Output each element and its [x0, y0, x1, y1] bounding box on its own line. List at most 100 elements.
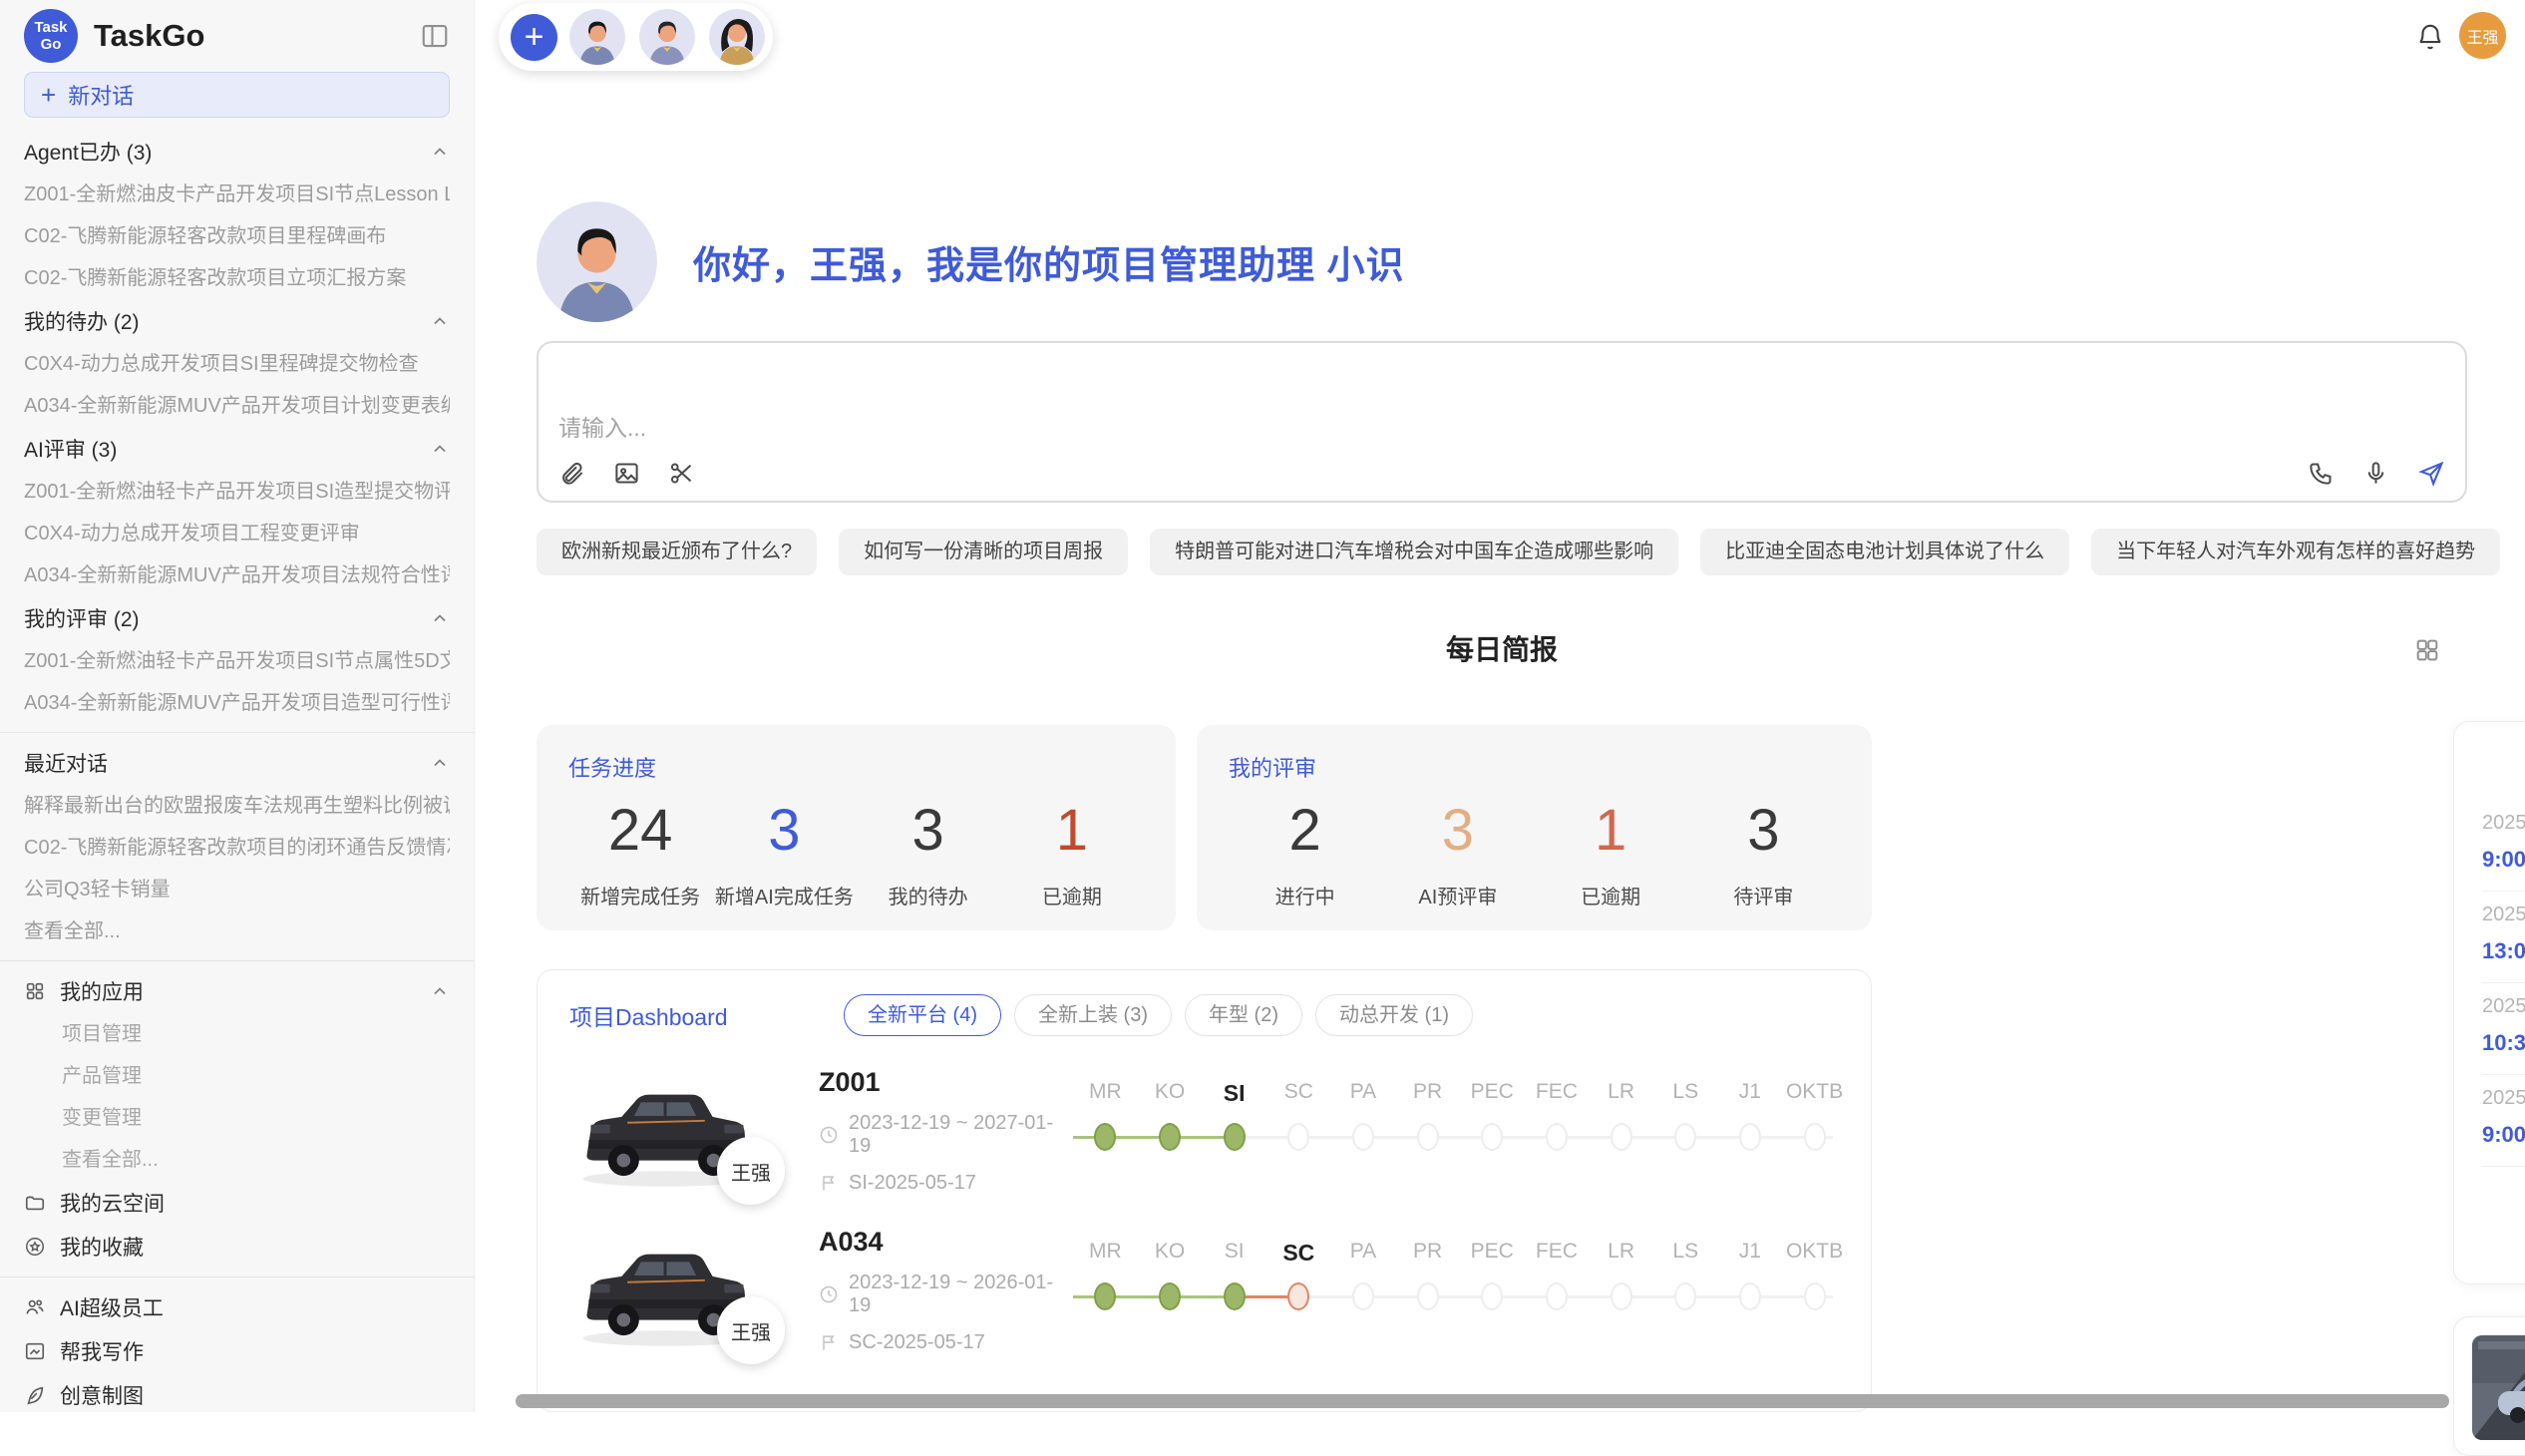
sidebar-section-header[interactable]: AI评审 (3): [24, 427, 450, 471]
milestone-node[interactable]: [1546, 1123, 1568, 1151]
assistant-avatar: [537, 201, 657, 322]
stat-value: 3: [1381, 795, 1534, 867]
paperclip-icon[interactable]: [558, 460, 585, 487]
dashboard-filter-chip[interactable]: 年型 (2): [1185, 994, 1302, 1036]
project-info: A0342023-12-19 ~ 2026-01-19SC-2025-05-17: [819, 1227, 1073, 1354]
milestone-node[interactable]: [1546, 1282, 1568, 1310]
milestone-node[interactable]: [1481, 1282, 1503, 1310]
sidebar-list-item[interactable]: A034-全新新能源MUV产品开发项目法规符合性评审: [24, 554, 450, 596]
stat-value: 1: [1535, 795, 1687, 867]
milestone-node[interactable]: [1611, 1123, 1632, 1151]
suggestion-chip[interactable]: 比亚迪全固态电池计划具体说了什么: [1700, 529, 2069, 575]
milestone-label: PR: [1395, 1240, 1460, 1267]
suggestion-chip[interactable]: 如何写一份清晰的项目周报: [839, 529, 1128, 575]
favorites-label: 我的收藏: [60, 1232, 144, 1262]
sidebar-list-item[interactable]: Z001-全新燃油轻卡产品开发项目SI节点属性5D文件评审: [24, 640, 450, 682]
schedule-event: 2025/03/119:00-10:00C001-立项审批会加入: [2482, 800, 2525, 892]
sidebar-list-item[interactable]: C0X4-动力总成开发项目工程变更评审: [24, 513, 450, 554]
milestone-node[interactable]: [1804, 1282, 1826, 1310]
my-apps-item[interactable]: 项目管理: [24, 1013, 450, 1055]
milestone-node[interactable]: [1804, 1123, 1826, 1151]
milestone-node[interactable]: [1094, 1282, 1116, 1310]
chat-input-placeholder: 请输入...: [558, 409, 646, 443]
sidebar-list-item[interactable]: Z001-全新燃油轻卡产品开发项目SI造型提交物评审: [24, 471, 450, 513]
section-title: AI评审 (3): [24, 434, 117, 464]
grid-icon[interactable]: [2413, 636, 2441, 664]
dashboard-filter-chip[interactable]: 全新平台 (4): [844, 994, 1001, 1036]
panel-collapse-icon[interactable]: [420, 21, 450, 51]
project-owner-badge[interactable]: 王强: [717, 1296, 785, 1364]
milestone-node[interactable]: [1224, 1123, 1246, 1151]
event-row: 9:00-10:00X003-车辆动力学性能验...加入: [2482, 1120, 2525, 1150]
milestone-node[interactable]: [1611, 1282, 1632, 1310]
milestone-node[interactable]: [1287, 1123, 1309, 1151]
project-date-range: 2023-12-19 ~ 2026-01-19: [849, 1272, 1073, 1317]
milestone-node[interactable]: [1739, 1282, 1761, 1310]
sidebar-item-my-apps[interactable]: 我的应用: [24, 969, 450, 1013]
suggestion-chips: 欧洲新规最近颁布了什么? 如何写一份清晰的项目周报特朗普可能对进口汽车增税会对中国…: [537, 529, 2467, 575]
sidebar-section-header[interactable]: 我的待办 (2): [24, 299, 450, 343]
sidebar-section-header[interactable]: Agent已办 (3): [24, 130, 450, 174]
suggestion-chip[interactable]: 欧洲新规最近颁布了什么?: [537, 529, 817, 575]
stat-card: 我的评审2进行中3AI预评审1已逾期3待评审: [1197, 725, 1872, 930]
sidebar-item-ai-employee[interactable]: AI超级员工: [24, 1285, 450, 1329]
milestone-node[interactable]: [1417, 1123, 1439, 1151]
milestone-node[interactable]: [1674, 1123, 1696, 1151]
sidebar-list-item[interactable]: C02-飞腾新能源轻客改款项目立项汇报方案: [24, 257, 450, 299]
chevron-up-icon: [430, 311, 450, 331]
phone-icon[interactable]: [2308, 460, 2335, 487]
sidebar-list-item[interactable]: C0X4-动力总成开发项目SI里程碑提交物检查: [24, 343, 450, 385]
sidebar-list-item[interactable]: 公司Q3轻卡销量: [24, 869, 450, 910]
my-apps-item[interactable]: 查看全部...: [24, 1139, 450, 1181]
my-apps-item[interactable]: 产品管理: [24, 1055, 450, 1097]
view-all-schedule-link[interactable]: 查看所有日程: [2482, 1185, 2525, 1219]
sidebar-item-cloud-space[interactable]: 我的云空间: [24, 1181, 450, 1225]
dashboard-filter-chip[interactable]: 动总开发 (1): [1315, 994, 1473, 1036]
chat-input-box[interactable]: 请输入...: [537, 341, 2467, 503]
scissors-icon[interactable]: [668, 460, 695, 487]
sidebar-list-item[interactable]: 查看全部...: [24, 910, 450, 952]
sidebar-list-item[interactable]: A034-全新新能源MUV产品开发项目造型可行性评审: [24, 682, 450, 724]
sidebar-list-item[interactable]: A034-全新新能源MUV产品开发项目计划变更表编写: [24, 385, 450, 427]
dashboard-header: 项目Dashboard 全新平台 (4)全新上装 (3)年型 (2)动总开发 (…: [569, 994, 1839, 1036]
stat-label: 已逾期: [1535, 881, 1687, 910]
milestone-node[interactable]: [1674, 1282, 1696, 1310]
suggestion-chip[interactable]: 当下年轻人对汽车外观有怎样的喜好趋势: [2091, 529, 2500, 575]
stat-cell: 3新增AI完成任务: [712, 795, 856, 910]
car-photo: 王强: [569, 1062, 763, 1199]
my-apps-item[interactable]: 变更管理: [24, 1097, 450, 1139]
milestone-node[interactable]: [1739, 1123, 1761, 1151]
horizontal-scrollbar[interactable]: [516, 1394, 2449, 1408]
milestone-node-holder: [1202, 1123, 1266, 1151]
sidebar-item-help-write[interactable]: 帮我写作: [24, 1329, 450, 1373]
dashboard-filter-chip[interactable]: 全新上装 (3): [1014, 994, 1172, 1036]
milestone-node[interactable]: [1481, 1123, 1503, 1151]
milestone-node[interactable]: [1159, 1282, 1181, 1310]
sidebar-list-item[interactable]: Z001-全新燃油皮卡产品开发项目SI节点Lesson Learn报告: [24, 174, 450, 215]
suggestion-chip[interactable]: 特朗普可能对进口汽车增税会对中国车企造成哪些影响: [1150, 529, 1678, 575]
sidebar-item-creative-draw[interactable]: 创意制图: [24, 1373, 450, 1412]
sidebar-section-header[interactable]: 最近对话: [24, 741, 450, 785]
milestone-node[interactable]: [1352, 1123, 1374, 1151]
project-owner-badge[interactable]: 王强: [717, 1137, 785, 1205]
milestone-node[interactable]: [1417, 1282, 1439, 1310]
milestone-node[interactable]: [1287, 1282, 1309, 1310]
sidebar-item-favorites[interactable]: 我的收藏: [24, 1225, 450, 1269]
send-icon[interactable]: [2417, 459, 2445, 487]
milestone-node[interactable]: [1224, 1282, 1246, 1310]
new-chat-button[interactable]: + 新对话: [24, 72, 450, 118]
sidebar-list-item[interactable]: 解释最新出台的欧盟报废车法规再生塑料比例被调至15%...: [24, 785, 450, 827]
sidebar-section-header[interactable]: 我的评审 (2): [24, 596, 450, 640]
image-icon[interactable]: [613, 460, 640, 487]
news-card[interactable]: 小鹏飞行汽车制造公司增资 天眼查 App 显示，近日广州汇天飞行汽...: [2453, 1316, 2525, 1456]
project-info: Z0012023-12-19 ~ 2027-01-19SI-2025-05-17: [819, 1067, 1073, 1195]
sidebar-list-item[interactable]: C02-飞腾新能源轻客改款项目的闭环通告反馈情况: [24, 827, 450, 869]
milestone-node[interactable]: [1159, 1123, 1181, 1151]
project-dates: 2023-12-19 ~ 2026-01-19: [819, 1272, 1073, 1317]
sidebar-list-item[interactable]: C02-飞腾新能源轻客改款项目里程碑画布: [24, 215, 450, 257]
mic-icon[interactable]: [2362, 460, 2389, 487]
milestone-node[interactable]: [1094, 1123, 1116, 1151]
chevron-up-icon: [430, 753, 450, 773]
milestone-node-holder: [1073, 1282, 1138, 1310]
milestone-node[interactable]: [1352, 1282, 1374, 1310]
